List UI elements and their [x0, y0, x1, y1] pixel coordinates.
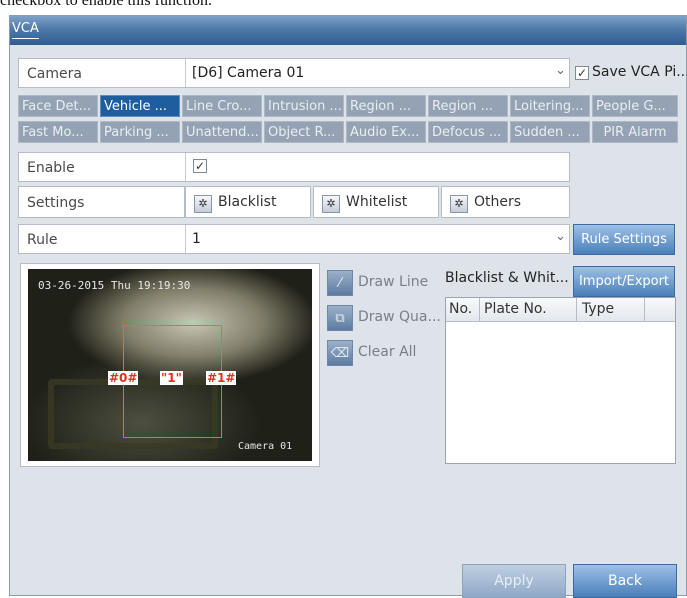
whitelist-button[interactable]: ✲ Whitelist [313, 186, 439, 218]
vca-tabs-row2: Fast Mo... Parking ... Unattend... Objec… [18, 121, 678, 143]
column-header-type[interactable]: Type [582, 301, 614, 317]
whitelist-label: Whitelist [346, 194, 408, 210]
draw-line-label[interactable]: Draw Line [358, 274, 428, 290]
tab-parking[interactable]: Parking ... [100, 121, 180, 143]
blacklist-label: Blacklist [218, 194, 277, 210]
title-bar: VCA [10, 16, 686, 45]
tab-defocus[interactable]: Defocus ... [428, 121, 508, 143]
tab-unattended-baggage[interactable]: Unattend... [182, 121, 262, 143]
draw-line-icon[interactable]: ⁄ [327, 270, 353, 296]
enable-checkbox[interactable]: ✓ [193, 159, 207, 173]
others-label: Others [474, 194, 522, 210]
enable-label: Enable [27, 160, 75, 176]
table-header: No. Plate No. Type [446, 298, 675, 322]
gear-icon: ✲ [450, 195, 468, 213]
tab-face-detection[interactable]: Face Det... [18, 95, 98, 117]
tab-loitering[interactable]: Loitering... [510, 95, 590, 117]
enable-row: Enable ✓ [18, 152, 570, 182]
tab-region-entrance[interactable]: Region ... [346, 95, 426, 117]
caption-text: checkbox to enable this function. [0, 0, 212, 9]
clear-all-icon[interactable]: ⌫ [327, 340, 353, 366]
chevron-down-icon: ⌄ [555, 229, 566, 244]
save-vca-label: Save VCA Pi... [592, 64, 687, 80]
rule-settings-button[interactable]: Rule Settings [573, 224, 675, 255]
tab-audio-exception[interactable]: Audio Ex... [346, 121, 426, 143]
gear-icon: ✲ [194, 195, 212, 213]
enable-cell: ✓ [185, 153, 571, 181]
column-header-plate-no[interactable]: Plate No. [484, 301, 547, 317]
camera-label: Camera [27, 66, 82, 82]
column-divider [576, 298, 577, 322]
video-preview[interactable]: 03-26-2015 Thu 19:19:30 #0# "1" #1# Came… [28, 269, 312, 461]
apply-button[interactable]: Apply [462, 564, 566, 598]
tab-fast-moving[interactable]: Fast Mo... [18, 121, 98, 143]
marker-right: #1# [206, 371, 237, 385]
video-timestamp: 03-26-2015 Thu 19:19:30 [38, 279, 191, 292]
window-title: VCA [12, 21, 39, 39]
tab-intrusion-detection[interactable]: Intrusion ... [264, 95, 344, 117]
tab-region-exiting[interactable]: Region ... [428, 95, 508, 117]
back-button[interactable]: Back [573, 564, 677, 598]
chevron-down-icon: ⌄ [555, 63, 566, 78]
settings-row: Settings [18, 186, 185, 218]
column-header-no[interactable]: No. [449, 301, 472, 317]
rule-select[interactable]: 1 ⌄ [185, 225, 571, 253]
rule-value: 1 [192, 231, 201, 247]
others-button[interactable]: ✲ Others [441, 186, 570, 218]
video-camera-name: Camera 01 [238, 441, 293, 452]
import-export-button[interactable]: Import/Export [573, 266, 675, 297]
save-vca-checkbox[interactable]: ✓ [575, 66, 589, 80]
marker-left: #0# [108, 371, 139, 385]
camera-value: [D6] Camera 01 [192, 65, 305, 81]
tab-vehicle-detection[interactable]: Vehicle ... [100, 95, 180, 117]
video-frame: 03-26-2015 Thu 19:19:30 #0# "1" #1# Came… [20, 263, 320, 467]
clear-all-label[interactable]: Clear All [358, 344, 416, 360]
gear-icon: ✲ [322, 195, 340, 213]
list-title: Blacklist & Whit... [445, 270, 569, 286]
vca-window: VCA Camera [D6] Camera 01 ⌄ ✓ Save VCA P… [9, 15, 687, 598]
tab-line-crossing[interactable]: Line Cro... [182, 95, 262, 117]
draw-quadrilateral-label[interactable]: Draw Qua... [358, 309, 441, 325]
column-divider [479, 298, 480, 322]
tab-people-gathering[interactable]: People G... [592, 95, 678, 117]
column-divider [644, 298, 645, 322]
draw-quadrilateral-icon[interactable]: ⧉ [327, 305, 353, 331]
rule-label: Rule [27, 232, 58, 248]
tab-object-removal[interactable]: Object R... [264, 121, 344, 143]
camera-select[interactable]: [D6] Camera 01 ⌄ [185, 59, 571, 87]
vca-tabs-row1: Face Det... Vehicle ... Line Cro... Intr… [18, 95, 678, 117]
tab-sudden-scene-change[interactable]: Sudden ... [510, 121, 590, 143]
tab-pir-alarm[interactable]: PIR Alarm [592, 121, 678, 143]
blacklist-button[interactable]: ✲ Blacklist [185, 186, 311, 218]
camera-row: Camera [D6] Camera 01 ⌄ [18, 58, 570, 88]
marker-mid: "1" [160, 371, 183, 385]
plate-list-table: No. Plate No. Type [445, 297, 676, 464]
rule-row: Rule 1 ⌄ [18, 224, 570, 254]
settings-label: Settings [27, 195, 85, 211]
